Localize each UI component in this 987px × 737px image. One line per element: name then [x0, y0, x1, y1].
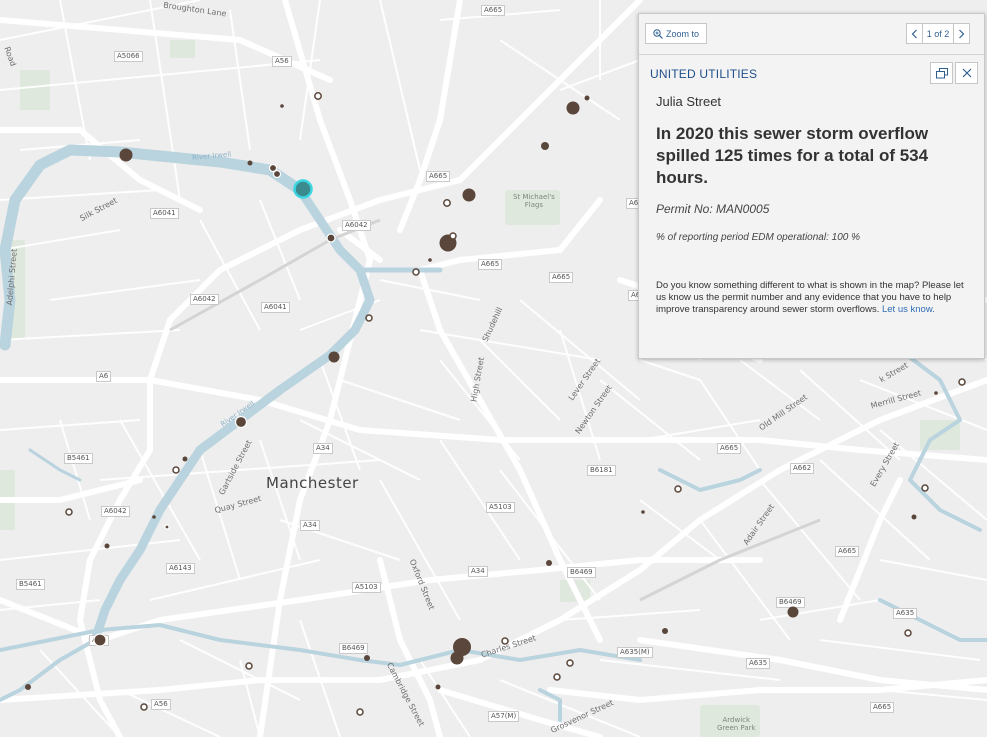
- route-shield: A665: [835, 546, 860, 557]
- feature-popup: Zoom to 1 of 2 UNITED UTILITIES Julia St…: [638, 13, 985, 359]
- popup-content: Julia Street In 2020 this sewer storm ov…: [656, 94, 974, 316]
- route-shield: A34: [468, 566, 488, 577]
- route-shield: B6469: [567, 567, 596, 578]
- route-shield: B6469: [339, 643, 368, 654]
- route-shield: A665: [870, 702, 895, 713]
- zoom-to-label: Zoom to: [665, 28, 699, 39]
- route-shield: A6042: [342, 220, 371, 231]
- route-shield: A6041: [261, 302, 290, 313]
- zoom-in-icon: [653, 28, 663, 39]
- route-shield: A34: [300, 520, 320, 531]
- route-shield: A6143: [166, 563, 195, 574]
- route-shield: A34: [313, 443, 333, 454]
- city-label-manchester: Manchester: [266, 474, 359, 492]
- route-shield: A6042: [101, 506, 130, 517]
- route-shield: A6042: [190, 294, 219, 305]
- chevron-right-icon: [959, 29, 965, 38]
- route-shield: A665: [717, 443, 742, 454]
- route-shield: A635: [893, 608, 918, 619]
- feature-pager: 1 of 2: [906, 23, 970, 44]
- dock-icon: [935, 67, 948, 78]
- route-shield: A5103: [486, 502, 515, 513]
- route-shield: B5461: [16, 579, 45, 590]
- route-shield: A665: [481, 5, 506, 16]
- route-shield: A5066: [114, 51, 143, 62]
- route-shield: A56: [272, 56, 292, 67]
- route-shield: A665: [426, 171, 451, 182]
- popup-toolbar: Zoom to 1 of 2: [639, 14, 984, 55]
- route-shield: A665: [549, 272, 574, 283]
- pager-count: 1 of 2: [923, 23, 953, 44]
- park-label-ardwick: Ardwick Green Park: [717, 716, 756, 732]
- route-shield: A635: [746, 658, 771, 669]
- close-button[interactable]: [955, 62, 978, 84]
- route-shield: B6469: [776, 597, 805, 608]
- popup-title: UNITED UTILITIES: [650, 67, 758, 81]
- next-feature-button[interactable]: [953, 23, 970, 44]
- edm-operational: % of reporting period EDM operational: 1…: [656, 232, 861, 243]
- dock-button[interactable]: [930, 62, 953, 84]
- route-shield: A6041: [150, 208, 179, 219]
- route-shield: A57: [89, 635, 109, 646]
- route-shield: B6181: [587, 465, 616, 476]
- close-icon: [962, 68, 971, 78]
- let-us-know-link[interactable]: Let us know.: [882, 304, 935, 315]
- chevron-left-icon: [911, 29, 917, 38]
- park-label-st-michaels: St Michael's Flags: [513, 193, 555, 209]
- route-shield: A665: [478, 259, 503, 270]
- permit-number: Permit No: MAN0005: [656, 202, 770, 216]
- previous-feature-button[interactable]: [906, 23, 923, 44]
- route-shield: A56: [151, 699, 171, 710]
- route-shield: A6: [96, 371, 112, 382]
- spill-summary: In 2020 this sewer storm overflow spille…: [656, 124, 929, 187]
- route-shield: A57(M): [488, 711, 520, 722]
- route-shield: A635(M): [617, 647, 653, 658]
- route-shield: B5461: [64, 453, 93, 464]
- feedback-note: Do you know something different to what …: [656, 280, 971, 316]
- route-shield: A662: [790, 463, 815, 474]
- zoom-to-button[interactable]: Zoom to: [645, 23, 707, 44]
- location-name: Julia Street: [656, 94, 722, 109]
- route-shield: A5103: [352, 582, 381, 593]
